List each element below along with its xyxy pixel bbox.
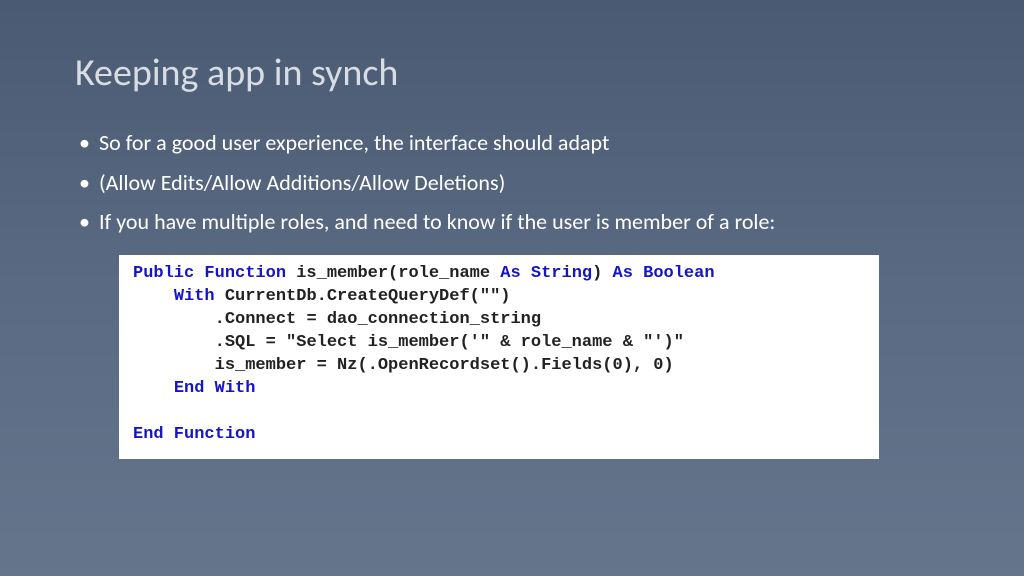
code-keyword: With [174,287,215,306]
bullet-item: So for a good user experience, the inter… [79,128,949,158]
bullet-item: (Allow Edits/Allow Additions/Allow Delet… [79,168,949,198]
code-text: .SQL = "Select is_member('" & role_name … [215,333,684,352]
slide: Keeping app in synch So for a good user … [0,0,1024,499]
code-keyword: Public Function [133,264,286,283]
code-text: is_member(role_name [286,264,500,283]
code-keyword: As Boolean [613,264,715,283]
code-text: CurrentDb.CreateQueryDef("") [215,287,511,306]
code-keyword: End Function [133,425,255,444]
code-keyword: End With [174,379,256,398]
code-text: is_member = Nz(.OpenRecordset().Fields(0… [215,356,674,375]
code-text: .Connect = dao_connection_string [215,310,541,329]
bullet-item: If you have multiple roles, and need to … [79,207,949,237]
code-text: ) [592,264,612,283]
slide-title: Keeping app in synch [75,50,949,96]
code-keyword: As String [500,264,592,283]
bullet-list: So for a good user experience, the inter… [75,128,949,237]
code-block: Public Function is_member(role_name As S… [119,255,879,459]
